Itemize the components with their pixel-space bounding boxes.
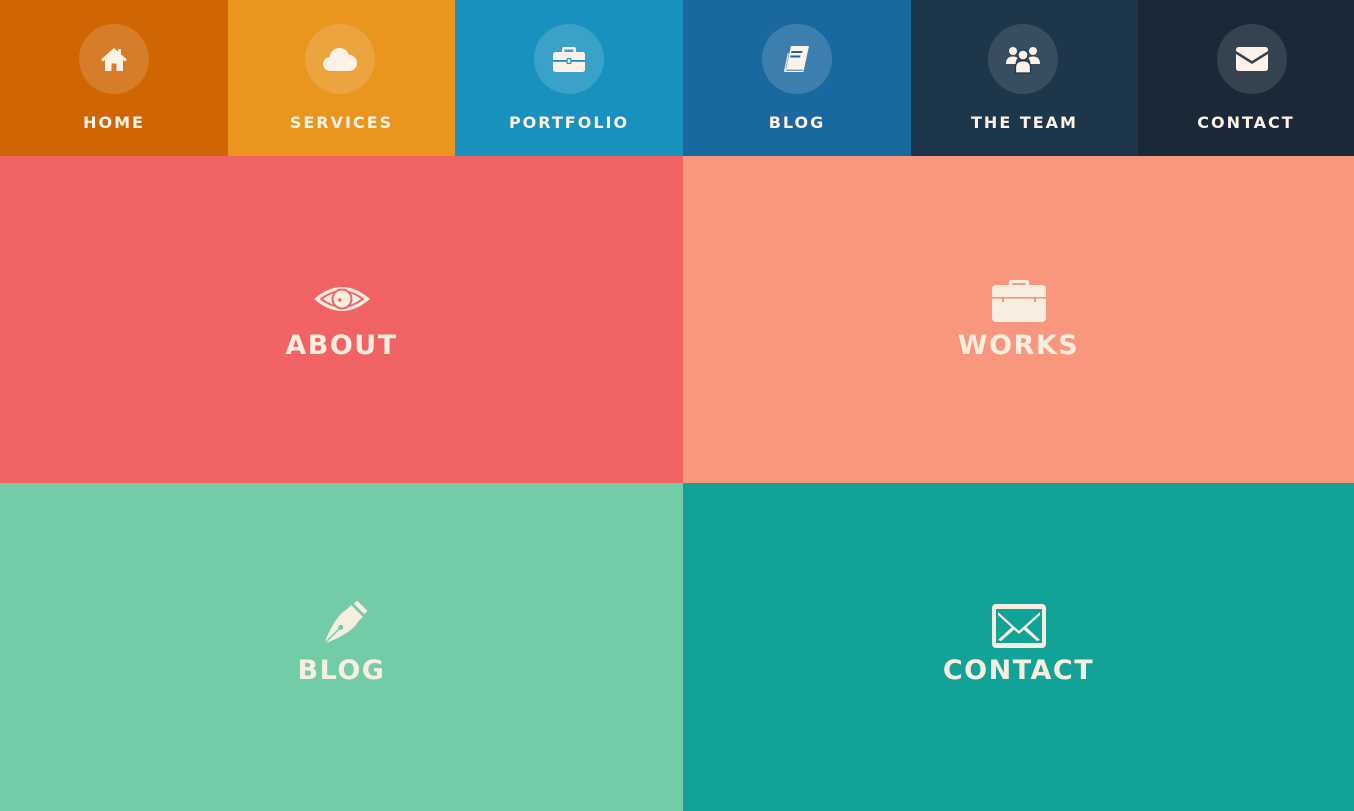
briefcase-icon — [553, 47, 585, 72]
book-icon-circle — [762, 24, 832, 94]
nav-item-blog[interactable]: BLOG — [683, 0, 911, 156]
eye-icon — [313, 287, 370, 311]
tile-content: CONTACT — [683, 601, 1354, 687]
nav-item-contact[interactable]: CONTACT — [1138, 0, 1354, 156]
home-icon — [101, 48, 127, 71]
top-navigation: HOME SERVICES PORTFOLIO BLOG THE TEAM CO… — [0, 0, 1354, 156]
home-icon-circle — [79, 24, 149, 94]
group-icon-circle — [988, 24, 1058, 94]
tile-contact[interactable]: CONTACT — [683, 483, 1354, 811]
cloud-icon — [323, 48, 357, 71]
book-icon — [784, 46, 809, 72]
nav-item-the-team[interactable]: THE TEAM — [911, 0, 1138, 156]
nav-item-label: PORTFOLIO — [508, 113, 630, 132]
tile-content: BLOG — [0, 601, 683, 687]
nav-item-label: HOME — [83, 113, 145, 132]
nav-item-portfolio[interactable]: PORTFOLIO — [455, 0, 683, 156]
group-icon — [1006, 47, 1040, 74]
cloud-icon-circle — [305, 24, 375, 94]
envelope-icon — [1236, 47, 1268, 71]
nav-item-home[interactable]: HOME — [0, 0, 228, 156]
nav-item-label: BLOG — [768, 113, 826, 132]
nav-item-label: CONTACT — [1197, 113, 1295, 132]
envelope-icon — [991, 604, 1046, 648]
briefcase-icon — [991, 280, 1046, 322]
briefcase-icon-circle — [534, 24, 604, 94]
tile-works[interactable]: WORKS — [683, 156, 1354, 483]
tile-content: ABOUT — [0, 276, 683, 362]
tile-about[interactable]: ABOUT — [0, 156, 683, 483]
nav-item-label: THE TEAM — [971, 113, 1078, 132]
tile-blog[interactable]: BLOG — [0, 483, 683, 811]
pen-nib-icon — [324, 601, 367, 644]
envelope-icon-circle — [1217, 24, 1287, 94]
tile-label: WORKS — [957, 330, 1080, 361]
tile-label: ABOUT — [285, 330, 398, 361]
tile-content: WORKS — [683, 276, 1354, 362]
tile-label: CONTACT — [942, 655, 1095, 686]
nav-item-services[interactable]: SERVICES — [228, 0, 455, 156]
nav-item-label: SERVICES — [289, 113, 394, 132]
tile-label: BLOG — [297, 655, 386, 686]
page: HOME SERVICES PORTFOLIO BLOG THE TEAM CO… — [0, 0, 1354, 811]
